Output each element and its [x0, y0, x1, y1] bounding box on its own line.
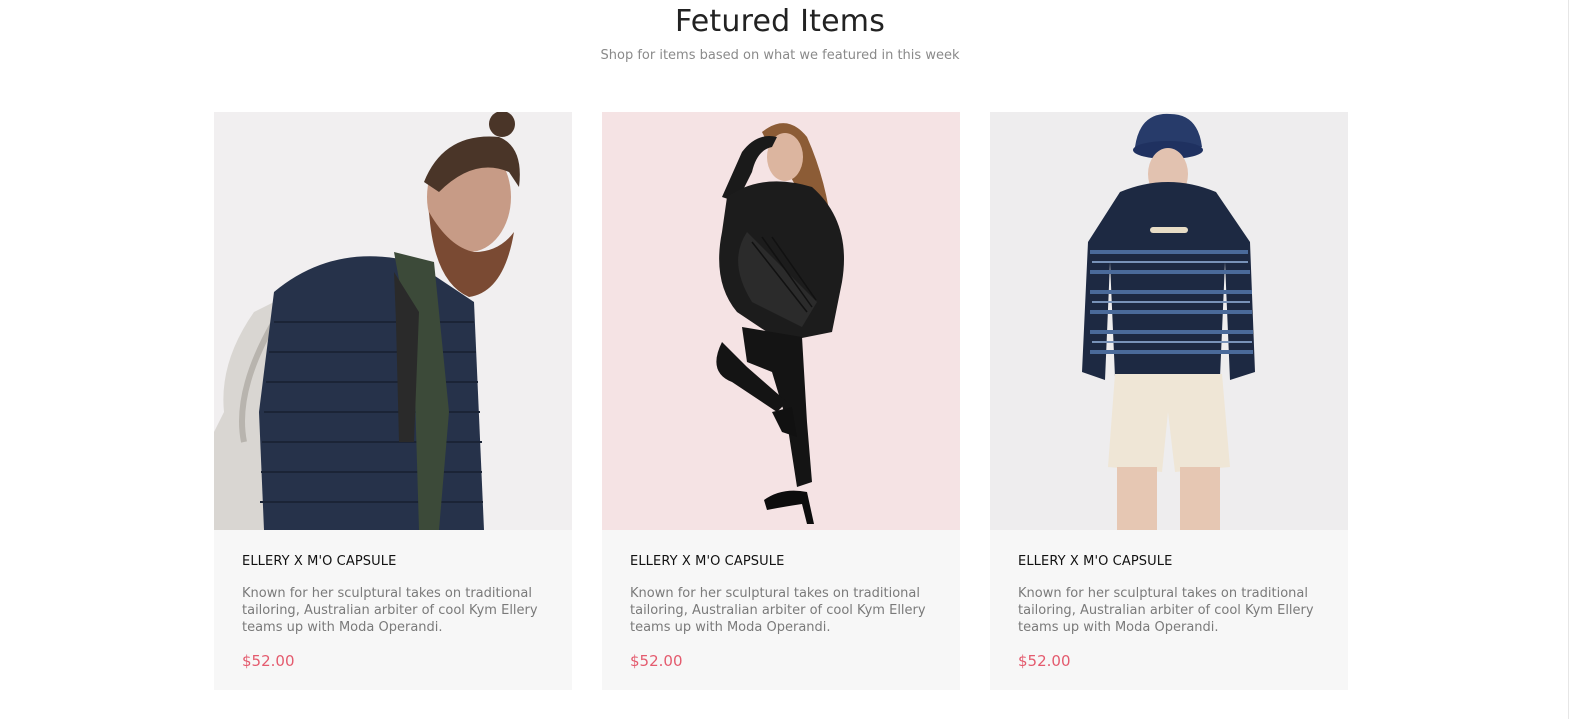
product-price: $52.00	[630, 652, 683, 670]
product-card[interactable]: ELLERY X M'O CAPSULE Known for her sculp…	[214, 112, 572, 690]
product-price: $52.00	[1018, 652, 1071, 670]
product-photo-man-jacket	[214, 112, 572, 530]
product-title[interactable]: ELLERY X M'O CAPSULE	[242, 554, 544, 569]
featured-items-grid: ELLERY X M'O CAPSULE Known for her sculp…	[214, 112, 1348, 690]
product-card[interactable]: ELLERY X M'O CAPSULE Known for her sculp…	[990, 112, 1348, 690]
product-description: Known for her sculptural takes on tradit…	[242, 586, 538, 635]
section-subtitle: Shop for items based on what we featured…	[600, 48, 960, 63]
product-image[interactable]	[990, 112, 1348, 530]
section-title: Fetured Items	[674, 4, 886, 39]
product-photo-woman-black-outfit	[602, 112, 960, 530]
product-description: Known for her sculptural takes on tradit…	[630, 586, 926, 635]
product-price: $52.00	[242, 652, 295, 670]
product-image[interactable]	[602, 112, 960, 530]
product-title[interactable]: ELLERY X M'O CAPSULE	[1018, 554, 1320, 569]
product-image[interactable]	[214, 112, 572, 530]
product-photo-man-striped-hoodie	[990, 112, 1348, 530]
product-description: Known for her sculptural takes on tradit…	[1018, 586, 1314, 635]
page-right-border	[1568, 0, 1569, 719]
product-title[interactable]: ELLERY X M'O CAPSULE	[630, 554, 932, 569]
product-card[interactable]: ELLERY X M'O CAPSULE Known for her sculp…	[602, 112, 960, 690]
